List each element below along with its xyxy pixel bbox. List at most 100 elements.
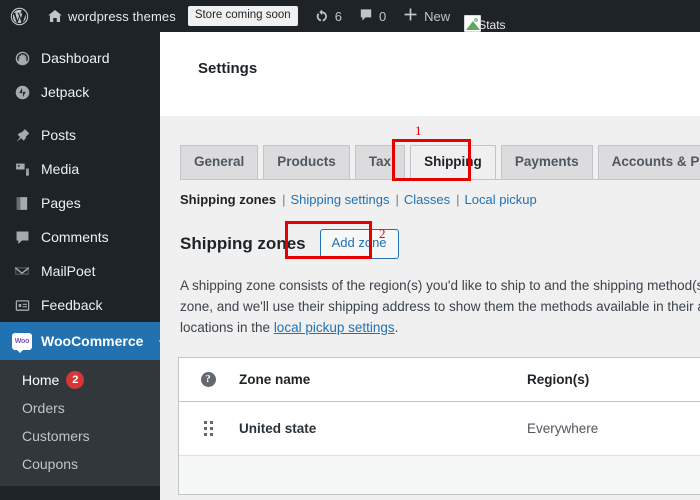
column-help: ? <box>179 372 237 387</box>
submenu-item-label: Home <box>22 372 59 388</box>
sidebar-item-label: Comments <box>41 230 109 244</box>
sidebar-item-comments[interactable]: Comments <box>0 220 160 254</box>
drag-handle-icon[interactable] <box>179 421 237 436</box>
submenu-item-label: Orders <box>22 400 65 416</box>
shipping-zones-heading: Shipping zones <box>180 234 306 254</box>
page-header: Settings <box>160 32 700 117</box>
submenu-item-label: Coupons <box>22 456 78 472</box>
subnav-separator: | <box>389 192 403 207</box>
sidebar-item-jetpack[interactable]: Jetpack <box>0 75 160 109</box>
sidebar-item-label: Pages <box>41 196 81 210</box>
description-prefix: locations in the <box>180 320 274 335</box>
cell-regions: Everywhere <box>527 421 700 436</box>
help-circle-icon[interactable]: ? <box>201 372 216 387</box>
updates-menu[interactable]: 6 <box>306 0 350 32</box>
store-coming-soon-badge: Store coming soon <box>188 6 298 25</box>
woocommerce-submenu: Home 2 Orders Customers Coupons <box>0 360 160 486</box>
sidebar-item-label: Feedback <box>41 298 102 312</box>
sidebar-item-feedback[interactable]: Feedback <box>0 288 160 322</box>
store-coming-soon-badge-wrap[interactable]: Store coming soon <box>184 0 306 32</box>
plus-icon <box>402 6 419 26</box>
feedback-icon <box>12 295 32 315</box>
submenu-item-label: Customers <box>22 428 90 444</box>
settings-tabs-area: General Products Tax Shipping Payments A… <box>160 117 700 180</box>
tab-products[interactable]: Products <box>263 145 350 179</box>
subnav-link-classes[interactable]: Classes <box>404 192 450 207</box>
comment-bubble-icon <box>358 7 374 26</box>
comments-count: 0 <box>379 9 386 24</box>
main-content: Settings General Products Tax Shipping P… <box>160 32 700 500</box>
tab-general[interactable]: General <box>180 145 258 179</box>
subnav-link-shipping-settings[interactable]: Shipping settings <box>290 192 389 207</box>
site-name-label: wordpress themes <box>68 9 176 24</box>
comments-menu[interactable]: 0 <box>350 0 394 32</box>
description-suffix: . <box>395 320 399 335</box>
local-pickup-settings-link[interactable]: local pickup settings <box>274 320 395 335</box>
sidebar-item-label: Media <box>41 162 79 176</box>
jetpack-icon <box>12 82 32 102</box>
new-content-label: New <box>424 9 450 24</box>
admin-bar: wordpress themes Store coming soon 6 0 <box>0 0 700 32</box>
shipping-zones-header: Shipping zones Add zone 2 <box>160 207 700 259</box>
tab-tax[interactable]: Tax <box>355 145 405 179</box>
sidebar-item-pages[interactable]: Pages <box>0 186 160 220</box>
sidebar-item-label: Posts <box>41 128 76 142</box>
new-content-menu[interactable]: New <box>394 0 458 32</box>
subnav-separator: | <box>276 192 290 207</box>
sidebar-item-label: MailPoet <box>41 264 95 278</box>
submenu-item-customers[interactable]: Customers <box>0 422 160 450</box>
subnav-separator: | <box>450 192 464 207</box>
tab-payments[interactable]: Payments <box>501 145 593 179</box>
column-header-regions: Region(s) <box>527 372 700 387</box>
sidebar-item-label: WooCommerce <box>41 334 143 348</box>
stats-label: Stats <box>478 18 505 32</box>
page-title: Settings <box>198 60 700 77</box>
tab-shipping[interactable]: Shipping <box>410 145 496 179</box>
home-count-badge: 2 <box>66 371 84 389</box>
submenu-item-orders[interactable]: Orders <box>0 394 160 422</box>
sidebar-item-mailpoet[interactable]: MailPoet <box>0 254 160 288</box>
updates-icon <box>314 7 330 26</box>
shipping-zones-table: ? Zone name Region(s) United state Every… <box>178 357 700 495</box>
tabs-underline <box>180 179 700 180</box>
pin-icon <box>12 125 32 145</box>
screen: wordpress themes Store coming soon 6 0 <box>0 0 700 500</box>
active-menu-arrow-icon <box>159 332 168 350</box>
sidebar-spacer-top <box>0 32 160 41</box>
home-icon <box>47 8 63 24</box>
updates-count: 6 <box>335 9 342 24</box>
description-line-1: A shipping zone consists of the region(s… <box>180 276 700 297</box>
dashboard-icon <box>12 48 32 68</box>
admin-sidebar: Dashboard Jetpack Posts <box>0 32 160 500</box>
table-footer-row <box>179 456 700 494</box>
table-row[interactable]: United state Everywhere <box>179 402 700 456</box>
woocommerce-logo-icon: Woo <box>12 333 32 350</box>
sidebar-item-dashboard[interactable]: Dashboard <box>0 41 160 75</box>
stats-menu[interactable]: Stats <box>458 0 513 32</box>
woocommerce-icon-text: Woo <box>15 338 29 345</box>
description-line-2: zone, and we'll use their shipping addre… <box>180 297 700 318</box>
subnav-current-shipping-zones: Shipping zones <box>180 192 276 207</box>
sidebar-item-posts[interactable]: Posts <box>0 118 160 152</box>
broken-image-icon <box>464 15 481 32</box>
column-header-zone-name: Zone name <box>237 372 527 387</box>
sidebar-item-label: Jetpack <box>41 85 89 99</box>
comment-icon <box>12 227 32 247</box>
cell-zone-name[interactable]: United state <box>237 421 527 436</box>
drag-dots <box>204 421 213 436</box>
submenu-item-home[interactable]: Home 2 <box>0 366 160 394</box>
shipping-zones-description: A shipping zone consists of the region(s… <box>160 259 700 339</box>
annotation-number-1: 1 <box>415 123 422 139</box>
sidebar-separator <box>0 109 160 118</box>
sidebar-item-media[interactable]: Media <box>0 152 160 186</box>
sidebar-item-woocommerce[interactable]: Woo WooCommerce <box>0 322 160 360</box>
wordpress-logo-button[interactable] <box>0 0 39 32</box>
tab-accounts-privacy[interactable]: Accounts & Privac <box>598 145 700 179</box>
settings-tabs: General Products Tax Shipping Payments A… <box>180 145 700 179</box>
site-name-menu[interactable]: wordpress themes <box>39 0 184 32</box>
add-zone-button[interactable]: Add zone <box>320 229 399 259</box>
submenu-item-coupons[interactable]: Coupons <box>0 450 160 478</box>
wordpress-logo-icon <box>10 7 29 26</box>
woocommerce-icon: Woo <box>12 331 32 351</box>
subnav-link-local-pickup[interactable]: Local pickup <box>465 192 537 207</box>
